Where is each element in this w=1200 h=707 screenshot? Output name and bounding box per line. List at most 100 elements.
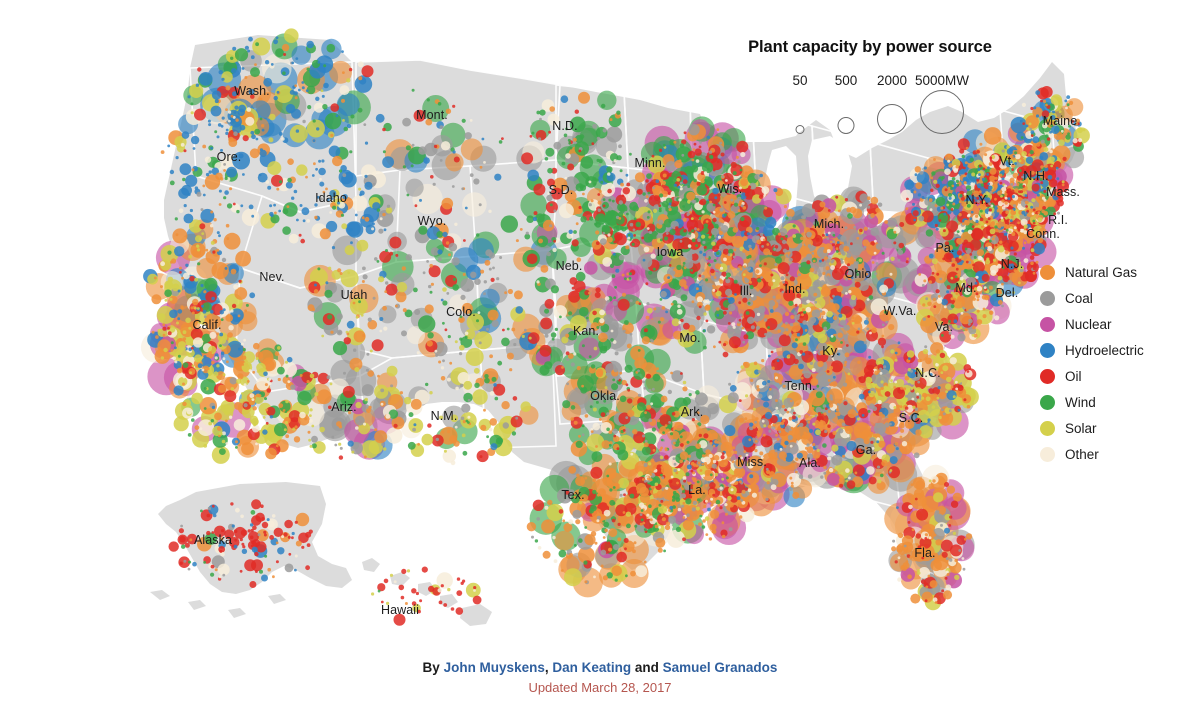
- size-legend-title: Plant capacity by power source: [748, 38, 992, 56]
- legend-row-natural-gas[interactable]: Natural Gas: [1040, 259, 1144, 285]
- byline: By John Muyskens, Dan Keating and Samuel…: [0, 660, 1200, 675]
- legend-row-hydroelectric[interactable]: Hydroelectric: [1040, 337, 1144, 363]
- state-label-mo: Mo.: [679, 331, 701, 345]
- legend-swatch-icon: [1040, 342, 1055, 358]
- state-label-hawaii: Hawaii: [380, 603, 420, 617]
- state-label-neb: Neb.: [555, 259, 583, 273]
- state-label-nj: N.J.: [1000, 257, 1024, 271]
- state-label-colo: Colo.: [446, 305, 476, 319]
- state-label-minn: Minn.: [634, 156, 666, 170]
- size-legend: Plant capacity by power source 50 500 2000…: [735, 38, 1005, 134]
- state-label-wyo: Wyo.: [417, 214, 447, 228]
- legend-label: Solar: [1065, 420, 1097, 436]
- state-label-nc: N.C.: [915, 366, 941, 380]
- legend-row-wind[interactable]: Wind: [1040, 389, 1144, 415]
- legend-swatch-icon: [1040, 446, 1055, 462]
- legend-label: Oil: [1065, 368, 1082, 384]
- state-label-miss: Miss.: [737, 455, 767, 469]
- legend-swatch-icon: [1040, 394, 1055, 410]
- legend-swatch-icon: [1040, 368, 1055, 384]
- legend-swatch-icon: [1040, 264, 1055, 280]
- state-label-layer: Wash. Ore. Idaho Mont. Wyo. Nev. Utah Calif. Col…: [0, 0, 1200, 645]
- state-label-wva: W.Va.: [883, 304, 917, 318]
- legend-row-oil[interactable]: Oil: [1040, 363, 1144, 389]
- legend-label: Hydroelectric: [1065, 342, 1144, 358]
- legend-label: Natural Gas: [1065, 264, 1138, 280]
- state-label-tenn: Tenn.: [784, 379, 816, 393]
- byline-separator-2: and: [631, 660, 663, 675]
- legend-row-solar[interactable]: Solar: [1040, 415, 1144, 441]
- size-legend-item: 500: [829, 64, 863, 134]
- legend-row-coal[interactable]: Coal: [1040, 285, 1144, 311]
- state-label-mich: Mich.: [813, 217, 845, 231]
- state-label-nd: N.D.: [552, 119, 578, 133]
- size-legend-label: 50: [792, 73, 808, 88]
- state-label-utah: Utah: [340, 288, 368, 302]
- state-label-ariz: Ariz.: [331, 400, 357, 414]
- state-label-ill: Ill.: [739, 284, 753, 298]
- size-legend-scale: 50 500 2000 5000MW: [735, 64, 1005, 134]
- author-link-samuel-granados[interactable]: Samuel Granados: [663, 660, 778, 675]
- state-label-okla: Okla.: [590, 389, 620, 403]
- state-label-nm: N.M.: [430, 409, 458, 423]
- state-label-idaho: Idaho: [315, 191, 347, 205]
- size-legend-circle: [920, 90, 964, 134]
- state-label-fla: Fla.: [914, 546, 936, 560]
- legend-row-other[interactable]: Other: [1040, 441, 1144, 467]
- author-link-john-muyskens[interactable]: John Muyskens: [444, 660, 545, 675]
- state-label-iowa: Iowa: [656, 245, 684, 259]
- credits: By John Muyskens, Dan Keating and Samuel…: [0, 660, 1200, 695]
- state-label-sd: S.D.: [548, 183, 574, 197]
- state-label-ark: Ark.: [680, 405, 704, 419]
- state-label-nh: N.H.: [1023, 169, 1049, 183]
- state-label-kan: Kan.: [572, 324, 600, 338]
- state-label-pa: Pa.: [935, 241, 955, 255]
- state-label-mont: Mont.: [416, 108, 448, 122]
- size-legend-circle: [837, 117, 855, 134]
- size-legend-circle: [795, 125, 805, 134]
- state-label-conn: Conn.: [1026, 227, 1060, 241]
- state-label-wis: Wis.: [717, 182, 743, 196]
- color-legend: Natural Gas Coal Nuclear Hydroelectric Oil Wi…: [1040, 259, 1144, 467]
- map-area: Wash. Ore. Idaho Mont. Wyo. Nev. Utah Calif. Col…: [0, 0, 1200, 645]
- state-label-ky: Ky.: [822, 344, 840, 358]
- state-label-tex: Tex.: [561, 488, 585, 502]
- legend-label: Wind: [1065, 394, 1096, 410]
- state-label-ga: Ga.: [855, 443, 877, 457]
- legend-label: Other: [1065, 446, 1099, 462]
- state-label-ala: Ala.: [799, 456, 821, 470]
- legend-label: Nuclear: [1065, 316, 1112, 332]
- legend-swatch-icon: [1040, 316, 1055, 332]
- updated-date: Updated March 28, 2017: [528, 680, 672, 695]
- byline-prefix: By: [422, 660, 444, 675]
- state-label-nev: Nev.: [259, 270, 285, 284]
- state-label-md: Md.: [955, 281, 977, 295]
- legend-swatch-icon: [1040, 420, 1055, 436]
- power-plant-map-graphic: Wash. Ore. Idaho Mont. Wyo. Nev. Utah Calif. Col…: [0, 0, 1200, 707]
- state-label-maine: Maine: [1042, 114, 1078, 128]
- state-label-wash: Wash.: [234, 84, 270, 98]
- size-legend-item: 5000MW: [915, 64, 969, 134]
- size-legend-circle: [877, 104, 907, 134]
- state-label-alaska: Alaska: [193, 533, 233, 547]
- state-label-ohio: Ohio: [844, 267, 872, 281]
- size-legend-label: 500: [834, 73, 858, 88]
- state-label-ri: R.I.: [1048, 213, 1068, 227]
- state-label-la: La.: [688, 483, 706, 497]
- state-label-va: Va.: [934, 320, 954, 334]
- size-legend-item: 50: [783, 64, 817, 134]
- legend-swatch-icon: [1040, 290, 1055, 306]
- state-label-calif: Calif.: [192, 318, 222, 332]
- size-legend-label: 5000MW: [914, 73, 970, 88]
- state-label-ind: Ind.: [784, 282, 806, 296]
- state-label-vt: Vt.: [999, 154, 1015, 168]
- legend-label: Coal: [1065, 290, 1093, 306]
- author-link-dan-keating[interactable]: Dan Keating: [552, 660, 631, 675]
- state-label-ore: Ore.: [216, 150, 242, 164]
- state-label-del: Del.: [995, 286, 1019, 300]
- state-label-ny: N.Y.: [965, 193, 989, 207]
- state-label-mass: Mass.: [1046, 185, 1080, 199]
- legend-row-nuclear[interactable]: Nuclear: [1040, 311, 1144, 337]
- size-legend-label: 2000: [876, 73, 908, 88]
- state-label-sc: S.C.: [898, 411, 924, 425]
